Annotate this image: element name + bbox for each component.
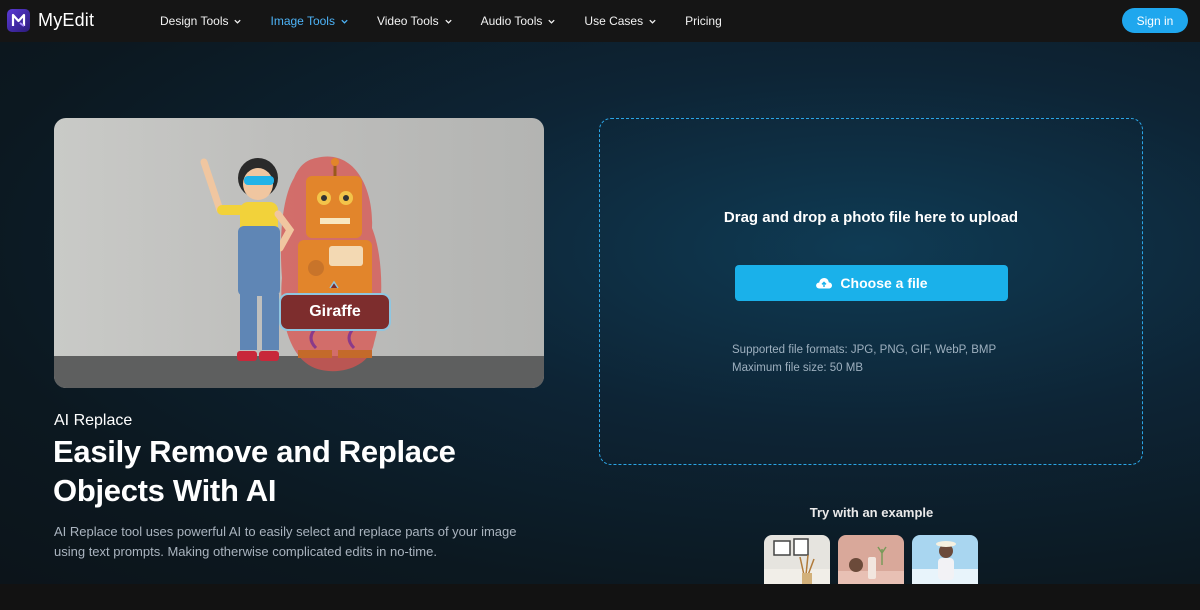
chevron-down-icon <box>234 19 242 24</box>
examples-title: Try with an example <box>809 505 934 520</box>
nav-label: Pricing <box>685 14 722 28</box>
main-menu: Design Tools Image Tools Video Tools Aud… <box>160 0 750 42</box>
nav-label: Use Cases <box>584 14 644 28</box>
chevron-down-icon <box>548 19 556 24</box>
example-product-thumb[interactable] <box>838 535 904 587</box>
nav-label: Image Tools <box>270 14 335 28</box>
upload-dropzone[interactable]: Drag and drop a photo file here to uploa… <box>599 118 1143 465</box>
hero-illustration: Giraffe <box>54 118 544 388</box>
nav-label: Video Tools <box>376 14 439 28</box>
page-title: Easily Remove and Replace Objects With A… <box>53 434 456 508</box>
hero-description: AI Replace tool uses powerful AI to easi… <box>54 524 517 559</box>
nav-design-tools[interactable]: Design Tools <box>160 14 242 28</box>
footer-strip <box>0 584 1200 610</box>
max-file-size-text: Maximum file size: 50 MB <box>732 362 864 374</box>
nav-image-tools[interactable]: Image Tools <box>270 14 348 28</box>
nav-label: Audio Tools <box>480 14 543 28</box>
sign-in-button[interactable]: Sign in <box>1122 8 1188 33</box>
chevron-down-icon <box>341 19 348 24</box>
nav-use-cases[interactable]: Use Cases <box>584 14 657 28</box>
brand-name: MyEdit <box>38 10 95 30</box>
example-interior-thumb[interactable] <box>764 535 830 587</box>
brand-logo[interactable]: MyEdit <box>7 9 94 32</box>
nav-label: Design Tools <box>160 14 229 28</box>
example-thumbnails <box>764 535 986 587</box>
cloud-upload-icon <box>816 278 833 289</box>
upload-title: Drag and drop a photo file here to uploa… <box>723 209 1019 226</box>
example-portrait-thumb[interactable] <box>912 535 978 587</box>
supported-formats-text: Supported file formats: JPG, PNG, GIF, W… <box>732 344 997 356</box>
nav-pricing[interactable]: Pricing <box>685 14 722 28</box>
choose-file-button[interactable]: Choose a file <box>735 265 1008 301</box>
nav-audio-tools[interactable]: Audio Tools <box>481 14 557 28</box>
nav-video-tools[interactable]: Video Tools <box>377 14 453 28</box>
eyebrow-label: AI Replace <box>54 412 133 429</box>
top-nav: MyEdit Design Tools Image Tools Video To… <box>0 0 1200 42</box>
choose-file-label: Choose a file <box>840 275 928 291</box>
chevron-down-icon <box>649 19 656 24</box>
chevron-down-icon <box>444 19 452 24</box>
replace-prompt-tag: Giraffe <box>309 303 361 320</box>
myedit-logo-icon <box>7 9 30 32</box>
upload-requirements: Supported file formats: JPG, PNG, GIF, W… <box>732 341 996 377</box>
